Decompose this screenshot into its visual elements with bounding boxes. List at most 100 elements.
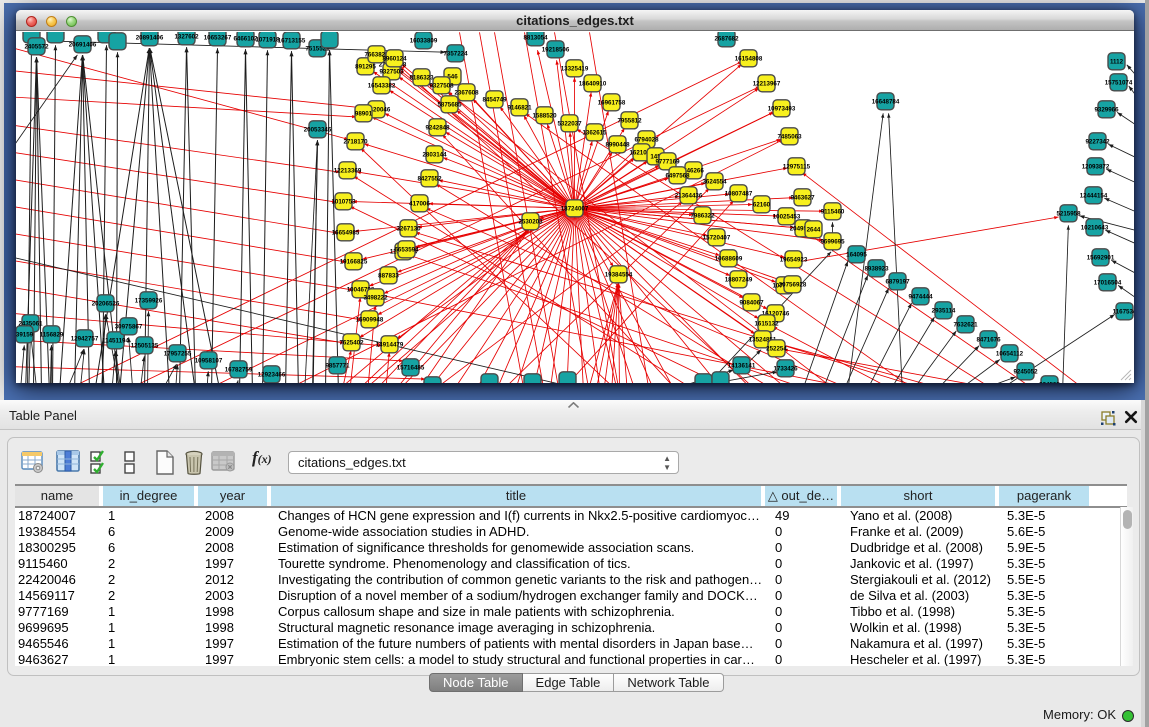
svg-text:6794028: 6794028: [634, 137, 659, 144]
svg-text:12505135: 12505135: [131, 343, 159, 350]
svg-text:12923466: 12923466: [258, 372, 286, 379]
svg-text:14914479: 14914479: [376, 342, 404, 349]
svg-text:6653594: 6653594: [394, 247, 419, 254]
svg-text:8186323: 8186323: [409, 75, 434, 82]
svg-text:10958107: 10958107: [195, 358, 223, 365]
svg-text:62160: 62160: [753, 202, 771, 209]
svg-text:9115460: 9115460: [821, 209, 845, 216]
svg-text:7357224: 7357224: [443, 51, 468, 58]
svg-text:8471676: 8471676: [976, 337, 1001, 344]
svg-text:8427552: 8427552: [417, 176, 442, 183]
svg-text:11451194: 11451194: [102, 338, 129, 345]
svg-text:1167534: 1167534: [1113, 309, 1134, 316]
svg-text:16782759: 16782759: [225, 367, 253, 374]
svg-text:9146821: 9146821: [507, 105, 532, 112]
svg-text:10653267: 10653267: [204, 35, 232, 42]
svg-text:1588520: 1588520: [532, 113, 557, 120]
svg-text:20691406: 20691406: [69, 42, 97, 49]
svg-text:5322037: 5322037: [557, 121, 582, 128]
svg-text:3498222: 3498222: [363, 295, 388, 302]
svg-text:2405572: 2405572: [24, 44, 49, 51]
svg-text:12975115: 12975115: [783, 164, 811, 171]
svg-text:20206526: 20206526: [92, 301, 120, 308]
svg-text:5875685: 5875685: [437, 102, 462, 109]
svg-text:417006: 417006: [409, 201, 430, 208]
svg-text:9245052: 9245052: [1013, 369, 1038, 376]
svg-text:12213967: 12213967: [753, 81, 781, 88]
svg-text:2687682: 2687682: [714, 36, 739, 43]
svg-text:8990448: 8990448: [605, 142, 630, 149]
svg-text:9463627: 9463627: [790, 195, 815, 202]
svg-text:16033809: 16033809: [410, 38, 438, 45]
svg-text:18640910: 18640910: [579, 81, 607, 88]
svg-text:6497568: 6497568: [665, 173, 690, 180]
svg-text:15751074: 15751074: [1105, 80, 1133, 87]
svg-text:7632621: 7632621: [953, 322, 978, 329]
svg-text:7485063: 7485063: [777, 134, 802, 141]
svg-text:30975867: 30975867: [115, 324, 143, 331]
svg-text:2935114: 2935114: [932, 308, 956, 315]
svg-text:5215958: 5215958: [1056, 211, 1081, 218]
svg-text:12942757: 12942757: [71, 336, 99, 343]
svg-text:8938923: 8938923: [864, 266, 889, 273]
svg-text:20756928: 20756928: [779, 282, 807, 289]
svg-text:10025453: 10025453: [773, 214, 801, 221]
svg-text:12444154: 12444154: [1080, 193, 1108, 200]
svg-text:10973493: 10973493: [768, 106, 796, 113]
svg-text:1156829: 1156829: [40, 332, 64, 339]
svg-text:3267130: 3267130: [396, 226, 421, 233]
svg-text:15716485: 15716485: [397, 365, 425, 372]
svg-text:9474444: 9474444: [908, 294, 933, 301]
svg-text:7986322: 7986322: [690, 213, 715, 220]
svg-text:19384554: 19384554: [605, 272, 633, 279]
svg-text:8454749: 8454749: [482, 97, 507, 104]
svg-text:8813054: 8813054: [523, 35, 548, 42]
svg-text:19166825: 19166825: [340, 259, 368, 266]
svg-text:9777169: 9777169: [655, 159, 680, 166]
svg-text:2530203: 2530203: [518, 219, 543, 226]
svg-text:9327503: 9327503: [379, 69, 404, 76]
svg-text:891295: 891295: [355, 63, 376, 70]
svg-text:887833: 887833: [378, 273, 399, 280]
svg-text:17016504: 17016504: [1094, 280, 1122, 287]
svg-text:1733426: 1733426: [773, 366, 798, 373]
svg-text:16648784: 16648784: [872, 99, 900, 106]
svg-text:7955812: 7955812: [617, 118, 642, 125]
svg-text:16713155: 16713155: [278, 38, 306, 45]
svg-text:9329966: 9329966: [1094, 107, 1119, 114]
svg-text:16654985: 16654985: [332, 230, 360, 237]
svg-text:10210643: 10210643: [1081, 225, 1109, 232]
svg-text:21364436: 21364436: [675, 193, 703, 200]
svg-text:15692901: 15692901: [1087, 255, 1115, 262]
svg-text:10654112: 10654112: [996, 351, 1024, 358]
svg-text:16961758: 16961758: [598, 100, 626, 107]
svg-text:98901: 98901: [355, 111, 373, 118]
svg-text:19218506: 19218506: [542, 47, 570, 54]
svg-text:6466102: 6466102: [233, 36, 258, 43]
svg-text:10807487: 10807487: [725, 191, 753, 198]
svg-text:39159: 39159: [16, 332, 34, 339]
svg-text:1615132: 1615132: [754, 321, 779, 328]
svg-text:2803144: 2803144: [422, 152, 447, 159]
svg-text:3624554: 3624554: [702, 179, 727, 186]
svg-text:17957255: 17957255: [164, 351, 192, 358]
svg-text:1292346: 1292346: [420, 383, 445, 384]
svg-text:20891406: 20891406: [136, 35, 164, 42]
svg-text:9699695: 9699695: [820, 239, 845, 246]
svg-text:16543382: 16543382: [368, 83, 396, 90]
svg-text:13325419: 13325419: [561, 66, 589, 73]
svg-text:10688609: 10688609: [715, 256, 743, 263]
svg-text:2367608: 2367608: [454, 90, 479, 97]
svg-text:1112: 1112: [1110, 59, 1124, 66]
svg-text:1327602: 1327602: [174, 34, 199, 41]
svg-text:6879197: 6879197: [885, 279, 910, 286]
svg-text:164095: 164095: [846, 252, 867, 259]
svg-text:18807249: 18807249: [725, 277, 753, 284]
svg-text:9242848: 9242848: [425, 125, 450, 132]
svg-text:1362615: 1362615: [582, 130, 607, 137]
svg-text:1010753: 1010753: [331, 199, 356, 206]
svg-text:9327508: 9327508: [429, 83, 454, 90]
svg-text:15720407: 15720407: [703, 235, 731, 242]
svg-text:1071918: 1071918: [255, 37, 280, 44]
svg-text:14136141: 14136141: [728, 363, 756, 370]
